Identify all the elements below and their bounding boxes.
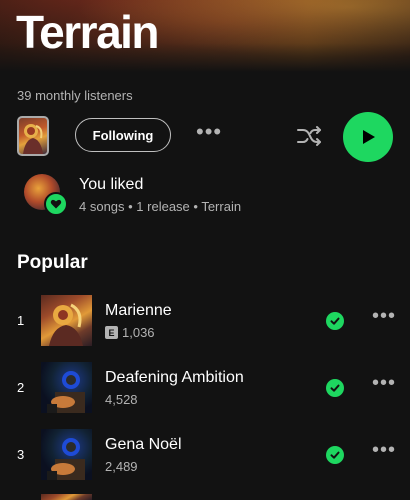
- track-meta: 2,489: [105, 459, 138, 474]
- track-plays: 1,036: [122, 325, 155, 340]
- track-title: Deafening Ambition: [105, 369, 244, 386]
- track-meta: 4,528: [105, 392, 138, 407]
- track-title: Gena Noël: [105, 436, 182, 453]
- liked-title: You liked: [79, 176, 144, 193]
- following-button[interactable]: Following: [75, 118, 171, 152]
- track-cover-art-partial: [41, 494, 92, 500]
- track-more-icon[interactable]: •••: [371, 440, 397, 463]
- track-number: 2: [17, 380, 25, 395]
- liked-subtitle: 4 songs • 1 release • Terrain: [79, 199, 242, 214]
- artist-controls: Following •••: [0, 112, 410, 162]
- track-row[interactable]: 2 Deafening Ambition 4,528 •••: [0, 362, 410, 418]
- artist-thumbnail[interactable]: [17, 116, 49, 156]
- liked-songs-row[interactable]: You liked 4 songs • 1 release • Terrain: [0, 170, 410, 220]
- explicit-badge: E: [105, 326, 118, 339]
- track-number: 3: [17, 447, 25, 462]
- play-icon: [363, 130, 375, 144]
- track-row[interactable]: 1 Marienne E 1,036 •••: [0, 295, 410, 351]
- check-icon[interactable]: [326, 446, 344, 464]
- play-button[interactable]: [343, 112, 393, 162]
- monthly-listeners: 39 monthly listeners: [17, 88, 133, 103]
- track-plays: 2,489: [105, 459, 138, 474]
- track-cover-art: [41, 295, 92, 346]
- check-icon[interactable]: [326, 379, 344, 397]
- track-row[interactable]: 3 Gena Noël 2,489 •••: [0, 429, 410, 485]
- track-number: 1: [17, 313, 25, 328]
- track-more-icon[interactable]: •••: [371, 373, 397, 396]
- more-options-icon[interactable]: •••: [196, 121, 222, 148]
- popular-heading: Popular: [17, 252, 88, 273]
- track-cover-art: [41, 362, 92, 413]
- shuffle-icon[interactable]: [295, 122, 323, 150]
- track-cover-art: [41, 429, 92, 480]
- heart-icon: [44, 192, 68, 216]
- track-more-icon[interactable]: •••: [371, 306, 397, 329]
- track-plays: 4,528: [105, 392, 138, 407]
- check-icon[interactable]: [326, 312, 344, 330]
- track-meta: E 1,036: [105, 325, 155, 340]
- artist-name: Terrain: [16, 6, 160, 58]
- track-title: Marienne: [105, 302, 172, 319]
